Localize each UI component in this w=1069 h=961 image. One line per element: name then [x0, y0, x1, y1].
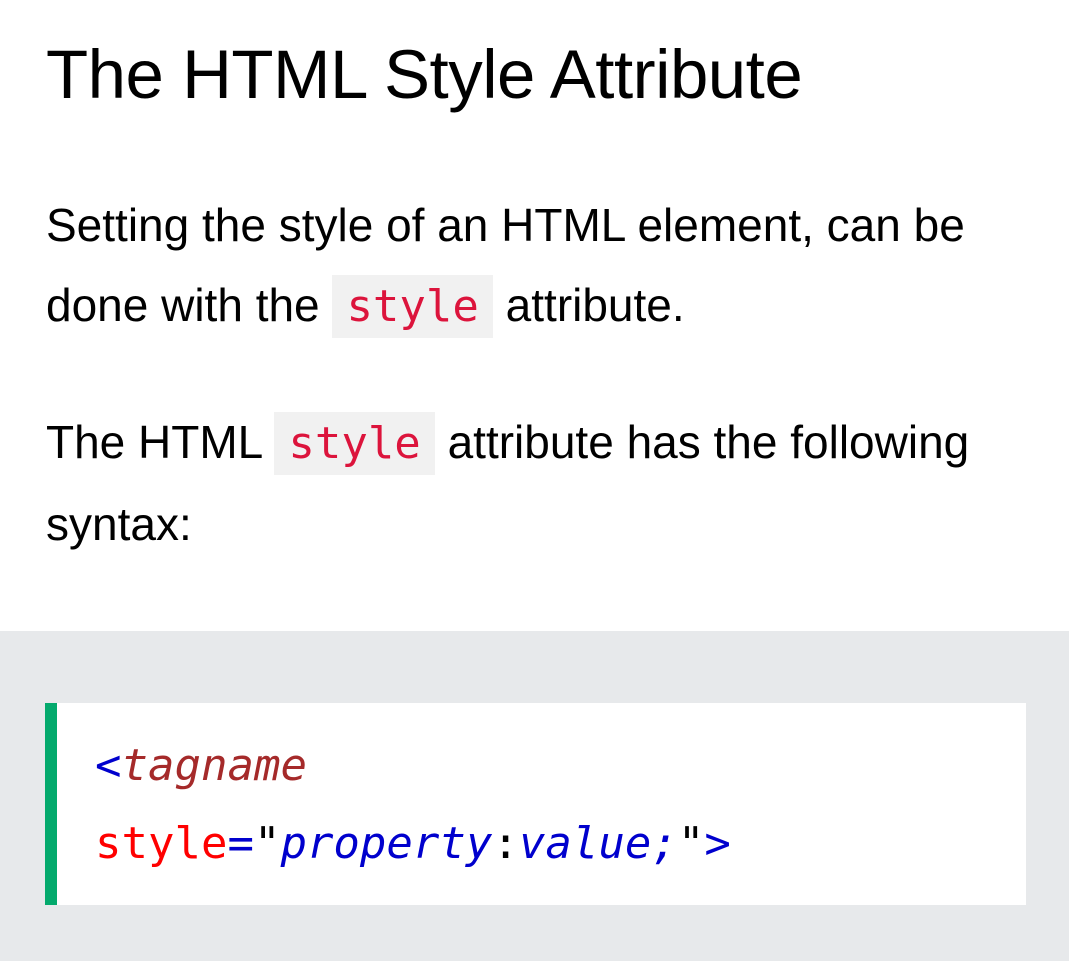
code-example-section: <tagname style="property:value;">	[0, 631, 1069, 961]
code-equals: =	[227, 818, 254, 869]
code-quote-open: "	[253, 818, 281, 869]
code-example-box: <tagname style="property:value;">	[45, 703, 1026, 905]
code-line-1: <tagname	[95, 736, 307, 796]
code-value: value;	[518, 818, 678, 869]
code-tagname: tagname	[121, 740, 307, 791]
syntax-paragraph: The HTML style attribute has the followi…	[46, 402, 1036, 564]
code-property: property	[280, 818, 493, 869]
syntax-text-before: The HTML	[46, 416, 262, 468]
code-line-2: style="property:value;">	[95, 814, 731, 874]
intro-paragraph: Setting the style of an HTML element, ca…	[46, 185, 1036, 347]
inline-code-style: style	[274, 412, 435, 475]
code-quote-close: "	[677, 818, 705, 869]
code-colon: :	[492, 818, 519, 869]
code-close-bracket: >	[704, 818, 731, 869]
code-attribute-name: style	[95, 818, 228, 869]
page-title: The HTML Style Attribute	[46, 36, 803, 113]
intro-text-after: attribute.	[505, 279, 685, 331]
code-open-bracket: <	[95, 740, 122, 791]
inline-code-style: style	[332, 275, 493, 338]
